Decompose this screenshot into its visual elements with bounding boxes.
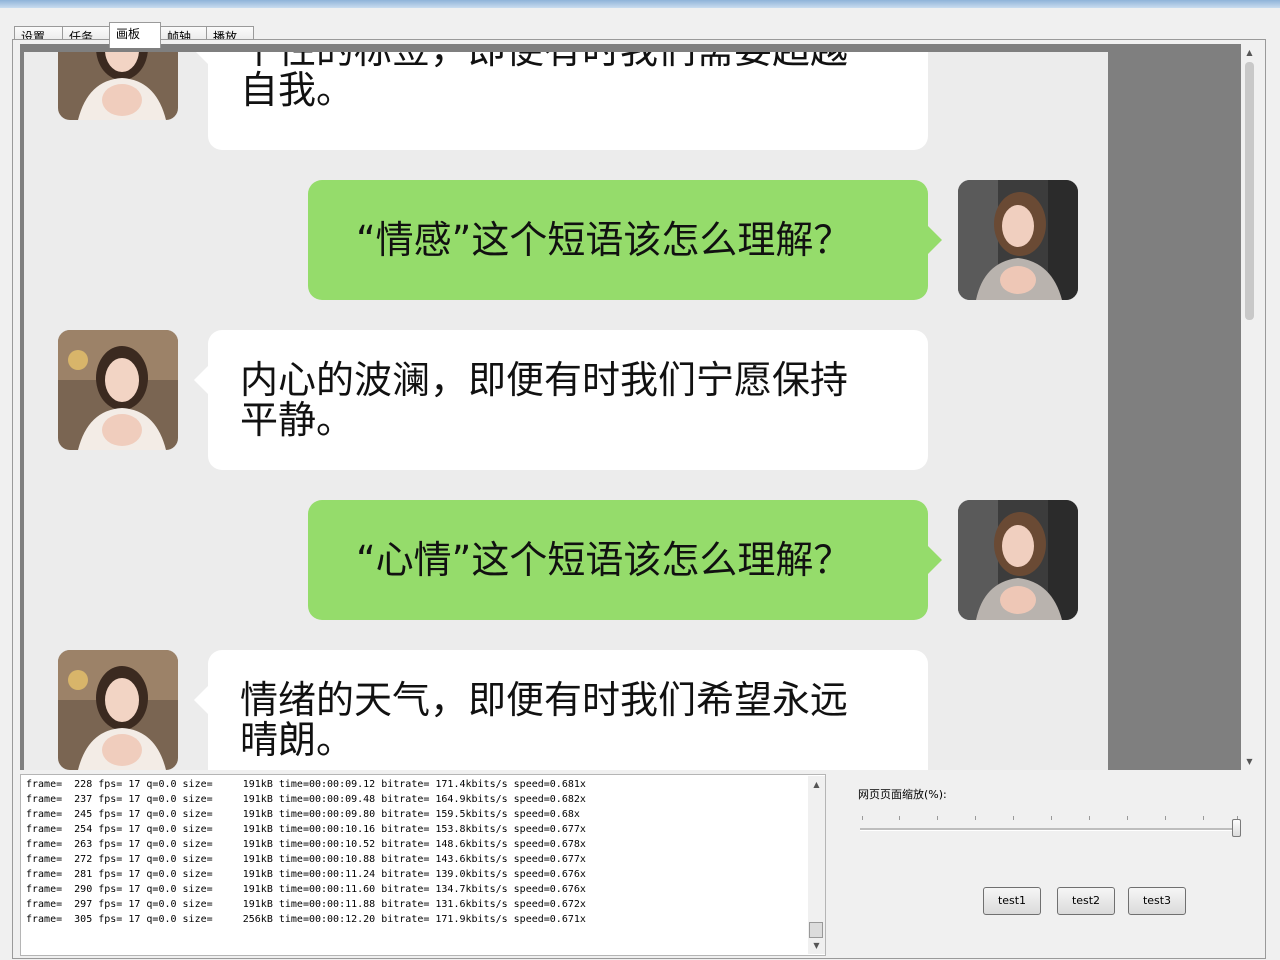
chat-bubble-left: 个性的标签，即便有时我们需要超越 自我。: [194, 52, 928, 150]
chat-canvas: 个性的标签，即便有时我们需要超越 自我。 “情感”这个短语该怎么理解？: [24, 52, 1108, 770]
test1-button[interactable]: test1: [983, 887, 1041, 915]
log-line: frame= 305 fps= 17 q=0.0 size= 256kB tim…: [26, 914, 586, 925]
zoom-slider-handle[interactable]: [1232, 819, 1241, 837]
avatar-right: [958, 180, 1078, 300]
tab-canvas[interactable]: 画板: [109, 22, 161, 48]
zoom-slider[interactable]: [860, 828, 1240, 831]
tab-bar: 设置 任务 画板 帧轴 播放: [0, 8, 1280, 48]
slider-tick: [1165, 816, 1166, 820]
chat-row: 内心的波澜，即便有时我们宁愿保持 平静。: [24, 330, 1108, 470]
chat-bubble-left: 内心的波澜，即便有时我们宁愿保持 平静。: [194, 330, 928, 470]
message-line: 平静。: [240, 398, 355, 442]
chat-bubble-right: “情感”这个短语该怎么理解？: [308, 180, 942, 300]
message-text: “情感”这个短语该怎么理解？: [356, 218, 852, 262]
log-scrollbar[interactable]: ▲ ▼: [808, 776, 825, 954]
avatar-right: [958, 500, 1078, 620]
avatar-left: [58, 52, 178, 120]
scroll-up-icon[interactable]: ▲: [808, 776, 825, 793]
log-line: frame= 228 fps= 17 q=0.0 size= 191kB tim…: [26, 779, 586, 790]
slider-tick: [862, 816, 863, 820]
web-view[interactable]: 个性的标签，即便有时我们需要超越 自我。 “情感”这个短语该怎么理解？: [20, 44, 1258, 770]
test2-button[interactable]: test2: [1057, 887, 1115, 915]
slider-tick: [1013, 816, 1014, 820]
zoom-label: 网页页面缩放(%):: [858, 788, 947, 801]
log-line: frame= 254 fps= 17 q=0.0 size= 191kB tim…: [26, 824, 586, 835]
chat-bubble-right: “心情”这个短语该怎么理解？: [308, 500, 942, 620]
scrollbar-thumb[interactable]: [1245, 62, 1254, 320]
test3-button[interactable]: test3: [1128, 887, 1186, 915]
chat-bubble-left: 情绪的天气，即便有时我们希望永远 晴朗。: [194, 650, 928, 770]
chat-row: 个性的标签，即便有时我们需要超越 自我。: [24, 52, 1108, 150]
chat-row: 情绪的天气，即便有时我们希望永远 晴朗。: [24, 650, 1108, 770]
log-line: frame= 290 fps= 17 q=0.0 size= 191kB tim…: [26, 884, 586, 895]
window-titlebar: [0, 0, 1280, 8]
message-line: 自我。: [240, 68, 355, 112]
chat-row: “情感”这个短语该怎么理解？: [24, 180, 1108, 320]
slider-tick: [1127, 816, 1128, 820]
log-line: frame= 245 fps= 17 q=0.0 size= 191kB tim…: [26, 809, 580, 820]
log-line: frame= 272 fps= 17 q=0.0 size= 191kB tim…: [26, 854, 586, 865]
log-line: frame= 281 fps= 17 q=0.0 size= 191kB tim…: [26, 869, 586, 880]
slider-tick: [899, 816, 900, 820]
chat-row: “心情”这个短语该怎么理解？: [24, 500, 1108, 640]
scroll-down-icon[interactable]: ▼: [808, 937, 825, 954]
scroll-up-icon[interactable]: ▲: [1241, 44, 1258, 61]
scroll-down-icon[interactable]: ▼: [1241, 753, 1258, 770]
log-line: frame= 297 fps= 17 q=0.0 size= 191kB tim…: [26, 899, 586, 910]
log-line: frame= 237 fps= 17 q=0.0 size= 191kB tim…: [26, 794, 586, 805]
avatar-left: [58, 330, 178, 450]
avatar-left: [58, 650, 178, 770]
slider-tick: [1051, 816, 1052, 820]
slider-tick: [1203, 816, 1204, 820]
slider-tick: [1089, 816, 1090, 820]
log-line: frame= 263 fps= 17 q=0.0 size= 191kB tim…: [26, 839, 586, 850]
message-line: 晴朗。: [240, 718, 355, 762]
message-text: “心情”这个短语该怎么理解？: [356, 538, 852, 582]
slider-tick: [975, 816, 976, 820]
message-line: 情绪的天气，即便有时我们希望永远: [240, 678, 849, 722]
log-output[interactable]: frame= 228 fps= 17 q=0.0 size= 191kB tim…: [20, 774, 826, 956]
message-line: 内心的波澜，即便有时我们宁愿保持: [240, 358, 849, 402]
slider-tick: [937, 816, 938, 820]
webview-scrollbar[interactable]: ▲ ▼: [1241, 44, 1258, 770]
scrollbar-thumb[interactable]: [809, 922, 823, 938]
